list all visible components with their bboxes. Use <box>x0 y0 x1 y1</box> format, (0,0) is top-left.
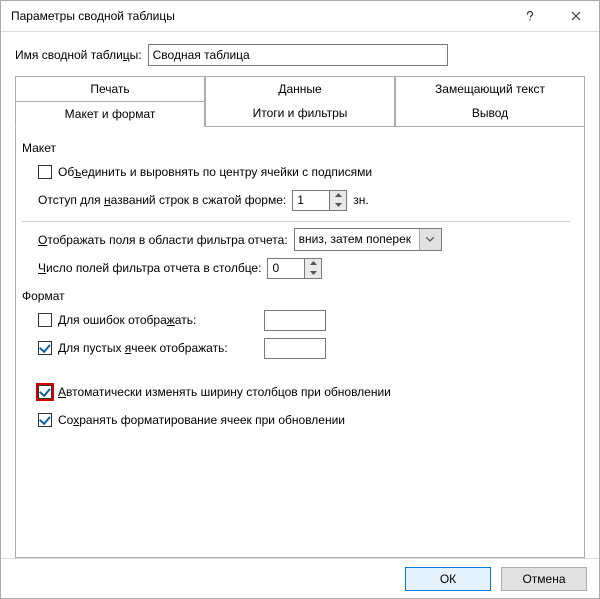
errors-show-checkbox[interactable] <box>38 313 52 327</box>
tab-layout-format[interactable]: Макет и формат <box>15 101 205 127</box>
filter-count-spinner[interactable] <box>267 258 322 279</box>
dialog-pivottable-options: Параметры сводной таблицы Имя сводной та… <box>0 0 600 599</box>
tab-strip: Печать Данные Замещающий текст Макет и ф… <box>15 76 585 558</box>
dialog-content: Имя сводной таблицы: Печать Данные Замещ… <box>1 31 599 558</box>
tab-output[interactable]: Вывод <box>395 101 585 127</box>
pivottable-name-input[interactable] <box>148 44 448 66</box>
chevron-down-icon[interactable] <box>419 229 441 250</box>
preserve-formatting-label: Сохранять форматирование ячеек при обнов… <box>58 413 345 427</box>
group-layout-label: Макет <box>22 141 570 155</box>
filter-count-input[interactable] <box>268 259 304 278</box>
tab-print[interactable]: Печать <box>15 76 205 101</box>
title: Параметры сводной таблицы <box>11 9 507 23</box>
cancel-button[interactable]: Отмена <box>501 567 587 591</box>
ok-button[interactable]: ОК <box>405 567 491 591</box>
tab-totals-filters[interactable]: Итоги и фильтры <box>205 101 395 127</box>
indent-down[interactable] <box>330 200 346 210</box>
autofit-columns-checkbox[interactable] <box>38 385 52 399</box>
indent-spinner[interactable] <box>292 190 347 211</box>
indent-label: Отступ для названий строк в сжатой форме… <box>38 193 286 207</box>
name-label: Имя сводной таблицы: <box>15 48 142 62</box>
errors-show-input[interactable] <box>264 310 326 331</box>
merge-cells-label: Объединить и выровнять по центру ячейки … <box>58 165 372 179</box>
titlebar: Параметры сводной таблицы <box>1 1 599 31</box>
filter-count-down[interactable] <box>305 268 321 278</box>
empty-show-label: Для пустых ячеек отображать: <box>58 341 258 355</box>
merge-cells-checkbox[interactable] <box>38 165 52 179</box>
filter-count-label: Число полей фильтра отчета в столбце: <box>38 261 261 275</box>
tab-panel-layout: Макет Объединить и выровнять по центру я… <box>15 127 585 558</box>
autofit-columns-label: Автоматически изменять ширину столбцов п… <box>58 385 391 399</box>
tab-alttext[interactable]: Замещающий текст <box>395 76 585 101</box>
empty-show-input[interactable] <box>264 338 326 359</box>
preserve-formatting-checkbox[interactable] <box>38 413 52 427</box>
group-format-label: Формат <box>22 289 570 303</box>
close-button[interactable] <box>553 1 599 31</box>
help-button[interactable] <box>507 1 553 31</box>
empty-show-checkbox[interactable] <box>38 341 52 355</box>
display-fields-select[interactable]: вниз, затем поперек <box>294 228 442 251</box>
errors-show-label: Для ошибок отображать: <box>58 313 258 327</box>
indent-input[interactable] <box>293 191 329 210</box>
indent-up[interactable] <box>330 191 346 201</box>
tab-data[interactable]: Данные <box>205 76 395 101</box>
filter-count-up[interactable] <box>305 259 321 269</box>
dialog-footer: ОК Отмена <box>1 558 599 598</box>
display-fields-label: Отображать поля в области фильтра отчета… <box>38 233 288 247</box>
display-fields-value: вниз, затем поперек <box>295 229 419 250</box>
indent-unit: зн. <box>353 193 368 207</box>
